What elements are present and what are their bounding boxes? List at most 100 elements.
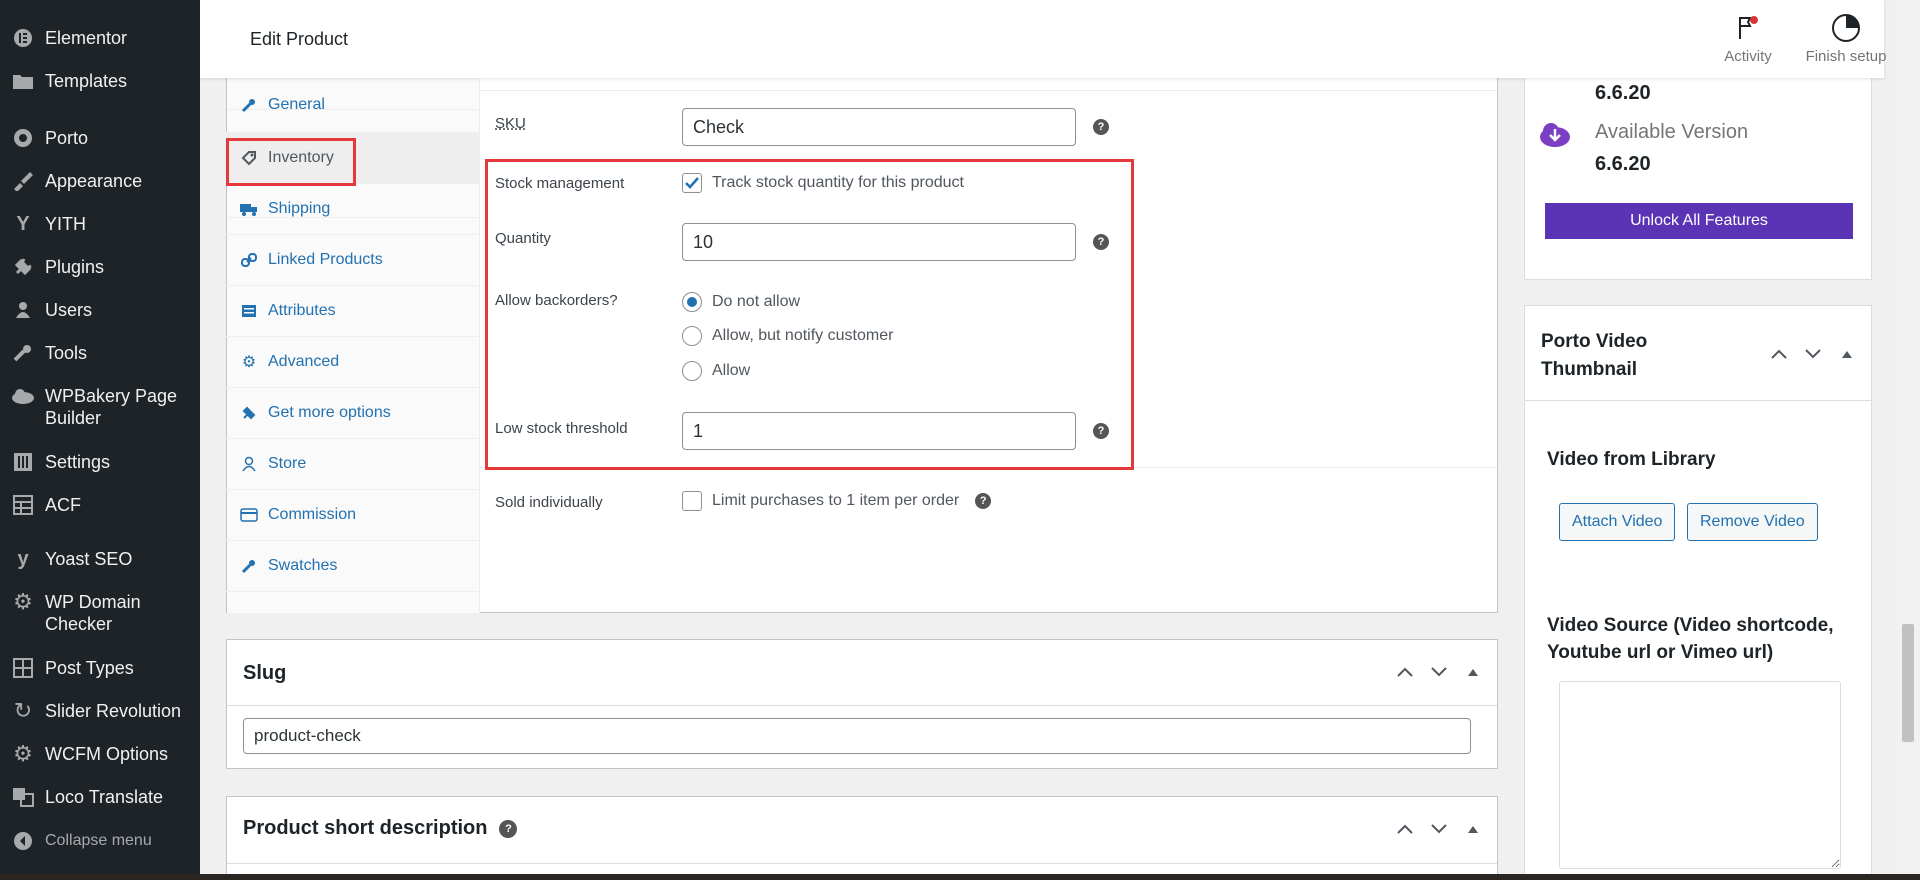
chevron-up-icon[interactable] xyxy=(1395,819,1415,839)
tab-shipping[interactable]: Shipping xyxy=(226,184,479,235)
sidebar-item-acf[interactable]: ACF xyxy=(0,494,200,516)
sidebar-item-label: Plugins xyxy=(45,257,105,277)
sidebar-item-label: Tools xyxy=(45,343,88,363)
tab-label: Advanced xyxy=(268,353,340,370)
stock-management-row: Track stock quantity for this product xyxy=(682,173,964,193)
radio-button[interactable] xyxy=(682,292,702,312)
scrollbar-thumb[interactable] xyxy=(1902,624,1914,742)
sidebar-item-post-types[interactable]: Post Types xyxy=(0,657,200,679)
elementor-icon xyxy=(10,27,36,49)
acf-grid-icon xyxy=(10,494,36,516)
sidebar-item-porto[interactable]: Porto xyxy=(0,127,200,149)
sidebar-item-wpbakery[interactable]: WPBakery Page Builder xyxy=(0,385,200,429)
help-icon[interactable]: ? xyxy=(1093,119,1109,135)
help-icon[interactable]: ? xyxy=(499,819,518,838)
chevron-up-icon[interactable] xyxy=(1395,662,1415,682)
help-icon[interactable]: ? xyxy=(1093,234,1109,250)
tab-commission[interactable]: Commission xyxy=(226,490,479,541)
backorder-option-label: Do not allow xyxy=(712,293,801,310)
user-icon xyxy=(10,299,36,321)
backorder-option-allow[interactable]: Allow xyxy=(682,361,750,381)
tab-label: Attributes xyxy=(268,302,336,319)
help-icon[interactable]: ? xyxy=(975,493,992,509)
sidebar-item-wp-domain-checker[interactable]: ⚙ WP Domain Checker xyxy=(0,591,200,635)
sidebar-item-slider-revolution[interactable]: ↻ Slider Revolution xyxy=(0,700,200,722)
sidebar-item-elementor[interactable]: Elementor xyxy=(0,27,200,49)
chevron-down-icon[interactable] xyxy=(1429,662,1449,682)
bottom-edge xyxy=(0,874,1920,880)
slug-box-controls xyxy=(1395,662,1483,682)
short-description-box: Product short description ? xyxy=(226,796,1498,880)
low-stock-threshold-input[interactable] xyxy=(682,412,1076,450)
short-description-title-row: Product short description ? xyxy=(243,817,518,840)
video-source-textarea[interactable] xyxy=(1559,681,1841,869)
admin-sidebar: Elementor Templates Porto Appearance Y Y… xyxy=(0,0,200,880)
sku-label: SKU xyxy=(495,115,526,132)
page-scrollbar[interactable] xyxy=(1896,0,1920,880)
yith-icon: Y xyxy=(16,213,30,235)
sidebar-item-templates[interactable]: Templates xyxy=(0,70,200,92)
finish-setup-button[interactable]: Finish setup xyxy=(1796,12,1896,65)
sold-individually-checkbox[interactable] xyxy=(682,491,702,511)
tab-label: Shipping xyxy=(268,200,331,217)
tab-label: Store xyxy=(268,455,307,472)
tab-inventory[interactable]: Inventory xyxy=(226,133,479,184)
list-icon xyxy=(240,303,258,319)
cloud-download-icon xyxy=(1539,120,1571,152)
collapse-menu-button[interactable]: Collapse menu xyxy=(0,830,200,852)
porto-icon xyxy=(10,127,36,149)
gear-icon: ⚙ xyxy=(241,354,257,371)
stock-management-checkbox[interactable] xyxy=(682,173,702,193)
sidebar-item-yith[interactable]: Y YITH xyxy=(0,213,200,235)
sidebar-item-label: Templates xyxy=(45,71,128,91)
sidebar-item-label: Post Types xyxy=(45,658,134,678)
sku-input[interactable] xyxy=(682,108,1076,146)
sidebar-item-loco-translate[interactable]: Loco Translate xyxy=(0,786,200,808)
tab-attributes[interactable]: Attributes xyxy=(226,286,479,337)
radio-button[interactable] xyxy=(682,361,702,381)
tab-swatches[interactable]: Swatches xyxy=(226,541,479,592)
activity-button[interactable]: Activity xyxy=(1708,12,1788,65)
slug-input[interactable] xyxy=(243,718,1471,754)
stock-management-checkbox-label: Track stock quantity for this product xyxy=(712,174,964,191)
short-description-controls xyxy=(1395,819,1483,839)
sidebar-item-label: Slider Revolution xyxy=(45,701,182,721)
attach-video-button[interactable]: Attach Video xyxy=(1559,503,1676,541)
sidebar-item-appearance[interactable]: Appearance xyxy=(0,170,200,192)
tab-label: Commission xyxy=(268,506,357,523)
radio-button[interactable] xyxy=(682,326,702,346)
chevron-down-icon[interactable] xyxy=(1803,344,1823,364)
sidebar-item-wcfm-options[interactable]: ⚙ WCFM Options xyxy=(0,743,200,765)
sidebar-item-label: Appearance xyxy=(45,171,143,191)
collapse-triangle-icon[interactable] xyxy=(1463,819,1483,839)
refresh-icon: ↻ xyxy=(13,698,33,723)
sidebar-item-tools[interactable]: Tools xyxy=(0,342,200,364)
collapse-triangle-icon[interactable] xyxy=(1463,662,1483,682)
tab-label: Get more options xyxy=(268,404,391,421)
sidebar-item-plugins[interactable]: Plugins xyxy=(0,256,200,278)
tab-label: Swatches xyxy=(268,557,338,574)
sidebar-item-label: Elementor xyxy=(45,28,128,48)
tab-get-more-options[interactable]: Get more options xyxy=(226,388,479,439)
sidebar-item-users[interactable]: Users xyxy=(0,299,200,321)
collapse-triangle-icon[interactable] xyxy=(1837,344,1857,364)
sidebar-item-yoast[interactable]: y Yoast SEO xyxy=(0,548,200,570)
wrench-icon xyxy=(240,97,258,113)
chevron-up-icon[interactable] xyxy=(1769,344,1789,364)
plug-icon xyxy=(240,405,258,421)
tab-advanced[interactable]: ⚙ Advanced xyxy=(226,337,479,388)
activity-label: Activity xyxy=(1724,48,1772,65)
sidebar-item-label: Porto xyxy=(45,128,89,148)
sidebar-item-settings[interactable]: Settings xyxy=(0,451,200,473)
tab-general[interactable]: General xyxy=(226,78,479,133)
tab-store[interactable]: Store xyxy=(226,439,479,490)
unlock-all-features-button[interactable]: Unlock All Features xyxy=(1545,203,1853,239)
tab-linked-products[interactable]: Linked Products xyxy=(226,235,479,286)
divider xyxy=(1525,400,1871,401)
backorder-option-notify[interactable]: Allow, but notify customer xyxy=(682,326,893,346)
quantity-input[interactable] xyxy=(682,223,1076,261)
chevron-down-icon[interactable] xyxy=(1429,819,1449,839)
help-icon[interactable]: ? xyxy=(1093,423,1109,439)
backorder-option-do-not-allow[interactable]: Do not allow xyxy=(682,292,800,312)
remove-video-button[interactable]: Remove Video xyxy=(1687,503,1818,541)
